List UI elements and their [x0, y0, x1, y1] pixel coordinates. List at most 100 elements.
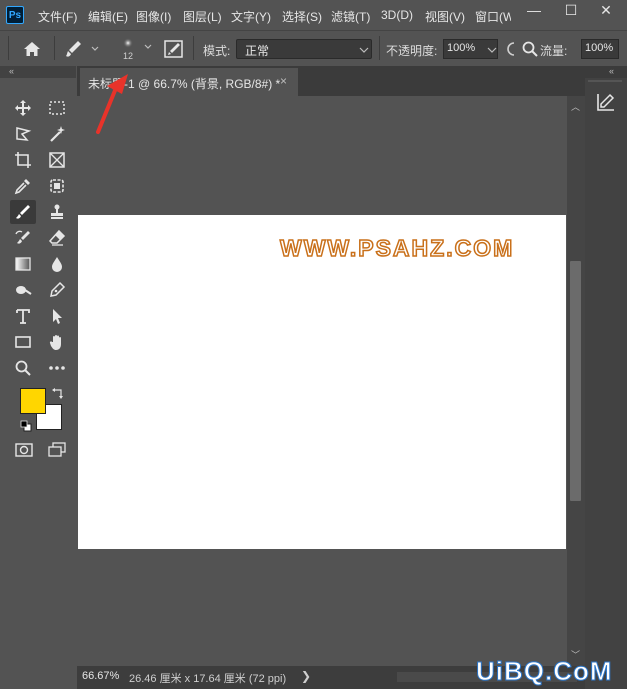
- flow-input[interactable]: 100%: [581, 39, 619, 59]
- flow-value: 100%: [585, 42, 614, 54]
- marquee-tool[interactable]: [44, 96, 70, 120]
- opacity-input[interactable]: 100%: [443, 39, 498, 59]
- rectangle-icon: [15, 336, 31, 348]
- magic-wand-icon: [50, 126, 65, 142]
- close-window-button[interactable]: ✕: [588, 0, 624, 22]
- home-button[interactable]: [16, 36, 48, 62]
- blend-mode-select[interactable]: 正常: [236, 39, 372, 59]
- document-canvas[interactable]: WWW.PSAHZ.COM: [78, 215, 566, 549]
- lasso-icon: [16, 127, 32, 141]
- hand-icon: [49, 335, 61, 350]
- menu-type[interactable]: 文字(Y): [231, 8, 271, 25]
- pen-icon: [50, 281, 66, 297]
- brush-settings-toggle[interactable]: [163, 38, 185, 60]
- menu-filter[interactable]: 滤镜(T): [331, 8, 370, 25]
- menu-file[interactable]: 文件(F): [38, 8, 77, 25]
- more-icon: [49, 366, 65, 370]
- search-icon: [522, 41, 538, 57]
- dodge-icon: [16, 286, 32, 295]
- dodge-tool[interactable]: [10, 278, 36, 302]
- foreground-color-swatch[interactable]: [20, 388, 46, 414]
- chevron-down-icon: [359, 47, 369, 53]
- frame-tool[interactable]: [44, 148, 70, 172]
- crop-icon: [15, 152, 31, 168]
- default-colors-button[interactable]: [20, 420, 32, 432]
- eyedropper-icon: [14, 179, 30, 195]
- quick-mask-button[interactable]: [14, 442, 34, 458]
- right-panel-dock: [585, 66, 627, 689]
- history-brush-icon: [15, 230, 30, 244]
- magic-wand-tool[interactable]: [44, 122, 70, 146]
- menu-select[interactable]: 选择(S): [282, 8, 322, 25]
- crop-tool[interactable]: [10, 148, 36, 172]
- menu-window[interactable]: 窗口(W: [475, 8, 511, 25]
- zoom-level[interactable]: 66.67%: [82, 670, 119, 682]
- rectangle-tool[interactable]: [10, 330, 36, 354]
- status-menu-arrow[interactable]: ❯: [301, 669, 311, 683]
- default-colors-icon: [20, 420, 32, 432]
- menu-3d[interactable]: 3D(D): [381, 8, 413, 22]
- zoom-icon: [15, 360, 31, 376]
- brush-tool[interactable]: [10, 200, 36, 224]
- clone-stamp-tool[interactable]: [44, 200, 70, 224]
- document-size-info: 26.46 厘米 x 17.64 厘米 (72 ppi): [129, 673, 287, 685]
- blur-tool[interactable]: [44, 252, 70, 276]
- lasso-tool[interactable]: [10, 122, 36, 146]
- minimize-button[interactable]: —: [516, 0, 552, 22]
- brush-icon: [16, 205, 30, 219]
- hand-tool[interactable]: [44, 330, 70, 354]
- pressure-opacity-toggle[interactable]: [505, 40, 519, 58]
- screen-mode-button[interactable]: [46, 441, 68, 459]
- photoshop-logo[interactable]: Ps: [6, 6, 24, 24]
- brush-preset-picker[interactable]: 12: [114, 34, 156, 64]
- divider: [588, 80, 622, 82]
- patch-icon: [50, 179, 64, 193]
- soft-brush-tip-icon: [123, 38, 152, 49]
- expand-icon: «: [609, 66, 615, 76]
- toolbar-collapse-bar[interactable]: «: [0, 66, 76, 78]
- move-icon: [15, 100, 31, 116]
- annotation-arrow: [96, 74, 128, 134]
- swap-colors-button[interactable]: [52, 387, 64, 399]
- pen-tool[interactable]: [44, 278, 70, 302]
- type-tool[interactable]: [10, 304, 36, 328]
- menu-image[interactable]: 图像(I): [136, 8, 171, 25]
- panel-collapse-bar[interactable]: «: [585, 66, 627, 78]
- blur-icon: [52, 257, 62, 272]
- scroll-up-icon[interactable]: ︿: [571, 100, 580, 113]
- brush-settings-icon: [164, 40, 183, 58]
- divider: [54, 36, 55, 60]
- flow-label: 流量:: [540, 44, 568, 58]
- tools-panel: [10, 96, 70, 436]
- brush-size-value: 12: [123, 51, 134, 61]
- mode-label: 模式:: [203, 44, 231, 58]
- chevron-down-icon: [487, 47, 497, 53]
- zoom-tool[interactable]: [10, 356, 36, 380]
- opacity-label: 不透明度:: [386, 44, 438, 58]
- scrollbar-thumb[interactable]: [570, 261, 581, 501]
- eraser-tool[interactable]: [44, 226, 70, 250]
- pressure-icon: [507, 42, 515, 56]
- swap-arrows-icon: [52, 388, 63, 399]
- eyedropper-tool[interactable]: [10, 174, 36, 198]
- collapse-icon: «: [9, 66, 15, 76]
- tool-preset-picker[interactable]: [62, 37, 104, 61]
- edit-toolbar-button[interactable]: [44, 356, 70, 380]
- patch-tool[interactable]: [44, 174, 70, 198]
- menu-layer[interactable]: 图层(L): [183, 8, 222, 25]
- frame-icon: [49, 152, 65, 168]
- history-brush-tool[interactable]: [10, 226, 36, 250]
- gradient-tool[interactable]: [10, 252, 36, 276]
- search-button[interactable]: [521, 40, 539, 58]
- move-tool[interactable]: [10, 96, 36, 120]
- tab-close-icon[interactable]: ×: [280, 74, 287, 88]
- menu-view[interactable]: 视图(V): [425, 8, 465, 25]
- divider: [193, 36, 194, 60]
- properties-panel-button[interactable]: [590, 88, 620, 116]
- path-selection-tool[interactable]: [44, 304, 70, 328]
- maximize-button[interactable]: ☐: [553, 0, 589, 22]
- eraser-icon: [48, 229, 66, 246]
- menu-edit[interactable]: 编辑(E): [88, 8, 128, 25]
- stamp-icon: [51, 204, 63, 219]
- vertical-scrollbar[interactable]: ︿ ﹀: [567, 96, 585, 666]
